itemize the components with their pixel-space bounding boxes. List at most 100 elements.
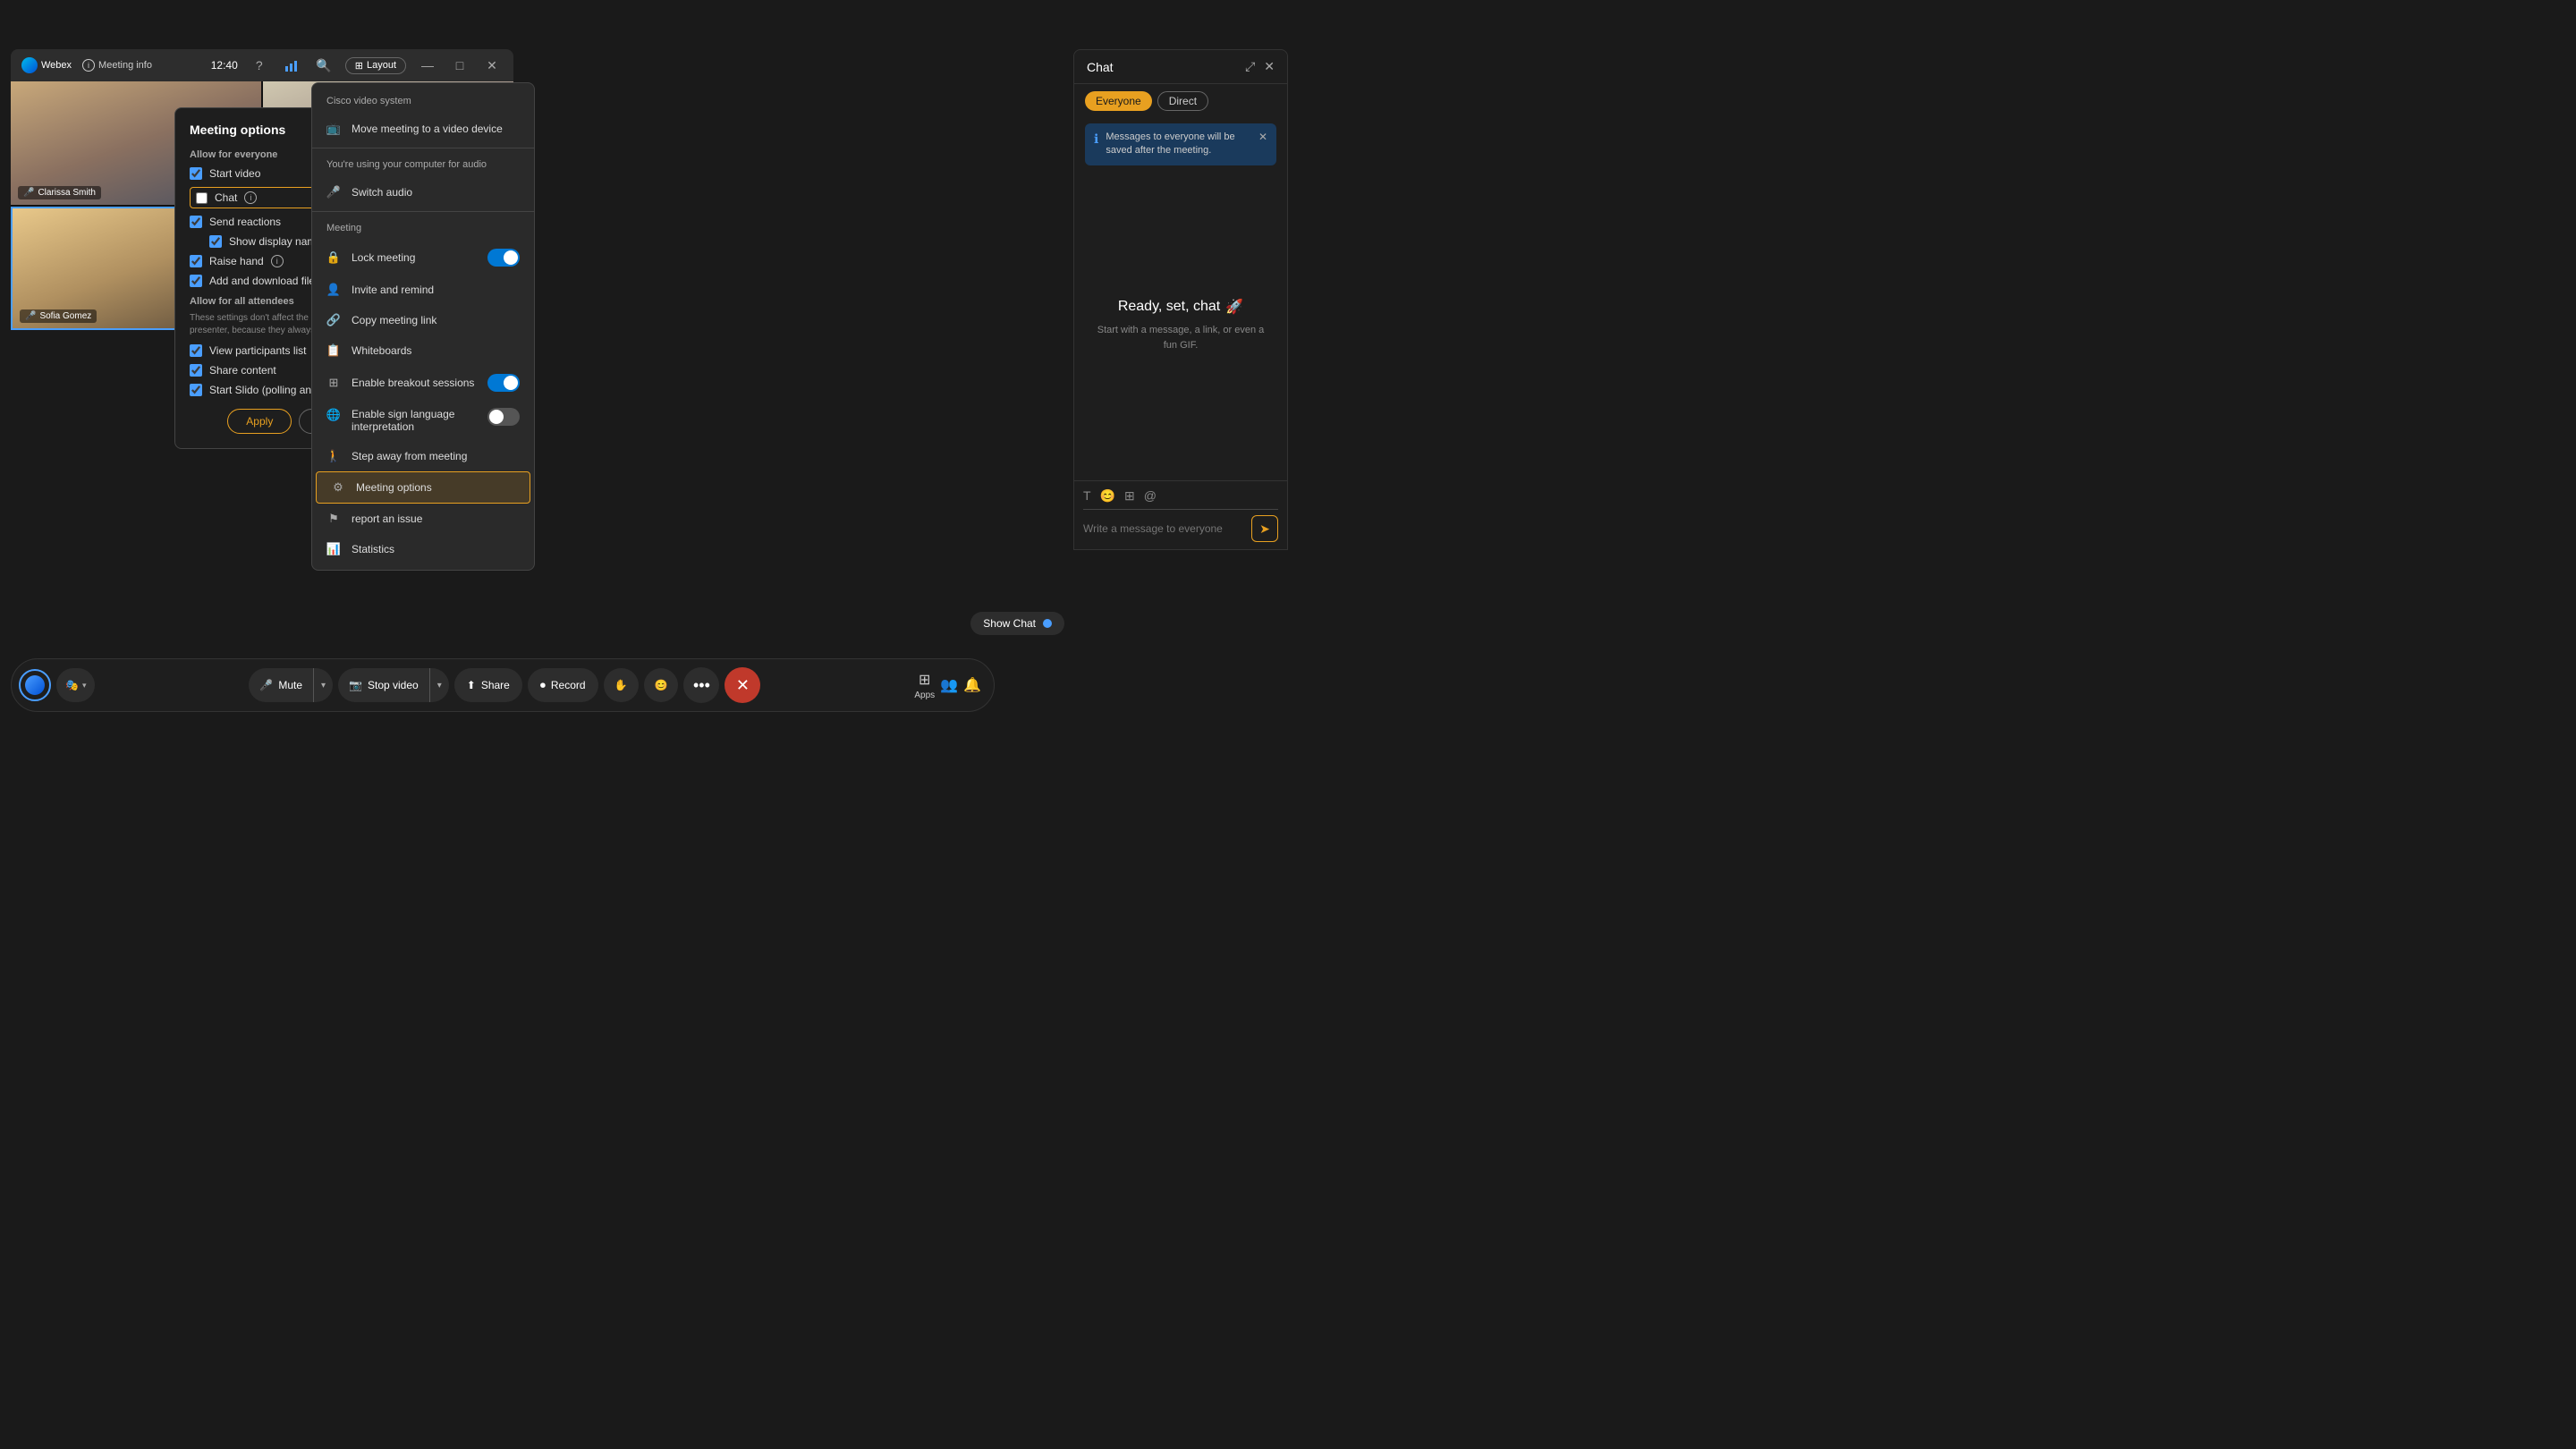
- whiteboards-label: Whiteboards: [352, 344, 411, 357]
- bottom-toolbar: 🎭 ▾ 🎤 Mute ▾ 📷 Stop video ▾ ⬆ Share: [11, 658, 995, 712]
- sign-language-toggle[interactable]: [487, 408, 520, 426]
- lock-meeting-item[interactable]: 🔒 Lock meeting: [312, 241, 534, 275]
- reactions-arrow: ▾: [82, 681, 87, 691]
- checkbox-start-video-label: Start video: [209, 167, 260, 180]
- switch-audio-label: Switch audio: [352, 186, 412, 199]
- checkbox-download-files-input[interactable]: [190, 275, 202, 287]
- sign-language-icon: 🌐: [326, 408, 341, 422]
- switch-audio-icon: 🎤: [326, 185, 341, 199]
- meeting-options-item[interactable]: ⚙ Meeting options: [316, 471, 530, 504]
- text-format-icon[interactable]: T: [1083, 488, 1091, 504]
- checkbox-share-content-input[interactable]: [190, 364, 202, 377]
- chat-close-icon[interactable]: ✕: [1264, 59, 1275, 74]
- search-icon-btn[interactable]: 🔍: [313, 55, 335, 76]
- toolbar-center-group: 🎤 Mute ▾ 📷 Stop video ▾ ⬆ Share ⏺ Record…: [249, 667, 760, 703]
- statistics-item[interactable]: 📊 Statistics: [312, 534, 534, 564]
- reactions-button[interactable]: 🎭 ▾: [56, 668, 95, 702]
- meeting-info-button[interactable]: i Meeting info: [82, 59, 152, 72]
- raise-hand-info-icon: i: [271, 255, 284, 267]
- checkbox-chat-input[interactable]: [196, 192, 208, 204]
- video-dropdown-arrow[interactable]: ▾: [429, 668, 449, 702]
- copy-link-item[interactable]: 🔗 Copy meeting link: [312, 305, 534, 335]
- chat-notice-close-button[interactable]: ✕: [1258, 131, 1267, 143]
- report-issue-item[interactable]: ⚑ report an issue: [312, 504, 534, 534]
- participants-icon: 👥: [940, 676, 958, 694]
- tab-everyone[interactable]: Everyone: [1085, 91, 1152, 111]
- mute-button[interactable]: 🎤 Mute: [249, 668, 313, 702]
- meeting-header: Meeting: [312, 216, 534, 241]
- chat-input-field[interactable]: [1083, 522, 1246, 535]
- chat-header: Chat ⤢ ✕: [1074, 50, 1287, 84]
- show-chat-label: Show Chat: [983, 617, 1036, 630]
- checkbox-display-name-input[interactable]: [209, 235, 222, 248]
- video-icon: 📷: [349, 679, 362, 691]
- report-issue-label: report an issue: [352, 513, 422, 525]
- emoji-reaction-button[interactable]: 😊: [644, 668, 679, 702]
- stop-video-button[interactable]: 📷 Stop video: [338, 668, 429, 702]
- copy-link-icon: 🔗: [326, 313, 341, 327]
- emoji-icon[interactable]: 😊: [1100, 488, 1115, 504]
- more-options-button[interactable]: •••: [683, 667, 719, 703]
- end-call-icon: ✕: [736, 676, 750, 695]
- checkbox-raise-hand-input[interactable]: [190, 255, 202, 267]
- minimize-button[interactable]: —: [417, 55, 438, 76]
- lock-toggle[interactable]: [487, 249, 520, 267]
- checkbox-raise-hand-label: Raise hand: [209, 255, 264, 267]
- image-icon[interactable]: ⊞: [1124, 488, 1135, 504]
- signal-icon-btn[interactable]: [281, 55, 302, 76]
- chat-input-row: ➤: [1083, 515, 1278, 542]
- share-button[interactable]: ⬆ Share: [454, 668, 522, 702]
- home-button[interactable]: [19, 669, 51, 701]
- checkbox-view-participants-input[interactable]: [190, 344, 202, 357]
- apply-button[interactable]: Apply: [227, 409, 292, 434]
- chat-header-icons: ⤢ ✕: [1245, 59, 1275, 74]
- switch-audio-item[interactable]: 🎤 Switch audio: [312, 177, 534, 208]
- move-meeting-item[interactable]: 📺 Move meeting to a video device: [312, 114, 534, 144]
- mute-dropdown-arrow[interactable]: ▾: [313, 668, 333, 702]
- emoji-reaction-icon: 😊: [655, 679, 668, 691]
- checkbox-start-video-input[interactable]: [190, 167, 202, 180]
- cisco-header: Cisco video system: [312, 89, 534, 114]
- raise-hand-button[interactable]: ✋: [604, 668, 639, 702]
- move-meeting-icon: 📺: [326, 122, 341, 136]
- webex-logo: Webex: [21, 57, 72, 73]
- whiteboards-item[interactable]: 📋 Whiteboards: [312, 335, 534, 366]
- close-button[interactable]: ✕: [481, 55, 503, 76]
- info-icon: i: [82, 59, 95, 72]
- popout-icon[interactable]: ⤢: [1245, 59, 1255, 74]
- raise-hand-icon: ✋: [614, 679, 628, 691]
- step-away-item[interactable]: 🚶 Step away from meeting: [312, 441, 534, 471]
- end-call-button[interactable]: ✕: [724, 667, 760, 703]
- notifications-button[interactable]: 🔔: [963, 676, 981, 694]
- apps-icon: ⊞: [919, 671, 930, 689]
- sign-language-item[interactable]: 🌐 Enable sign language interpretation: [312, 400, 534, 441]
- maximize-button[interactable]: □: [449, 55, 470, 76]
- record-button[interactable]: ⏺ Record: [528, 668, 598, 702]
- chat-toolbar: T 😊 ⊞ @: [1083, 488, 1278, 504]
- home-circle-inner: [25, 675, 45, 695]
- checkbox-download-files-label: Add and download files: [209, 275, 320, 287]
- checkbox-reactions-input[interactable]: [190, 216, 202, 228]
- invite-remind-item[interactable]: 👤 Invite and remind: [312, 275, 534, 305]
- help-icon-btn[interactable]: ?: [249, 55, 270, 76]
- toolbar-right-group: ⊞ Apps 👥 🔔: [914, 671, 981, 700]
- apps-button[interactable]: ⊞ Apps: [914, 671, 935, 700]
- checkbox-reactions-label: Send reactions: [209, 216, 281, 228]
- tab-direct[interactable]: Direct: [1157, 91, 1208, 111]
- divider-2: [312, 211, 534, 212]
- layout-label: Layout: [367, 60, 396, 71]
- chat-input-area: T 😊 ⊞ @ ➤: [1074, 480, 1287, 549]
- breakout-item[interactable]: ⊞ Enable breakout sessions: [312, 366, 534, 400]
- audio-header: You're using your computer for audio: [312, 152, 534, 177]
- participant-name-3: 🎤 Sofia Gomez: [20, 309, 97, 323]
- layout-button[interactable]: ⊞ Layout: [345, 57, 406, 74]
- breakout-icon: ⊞: [326, 376, 341, 390]
- participants-button[interactable]: 👥: [940, 676, 958, 694]
- breakout-toggle[interactable]: [487, 374, 520, 392]
- step-away-icon: 🚶: [326, 449, 341, 463]
- reactions-icon: 🎭: [65, 679, 79, 691]
- webex-label: Webex: [41, 60, 72, 71]
- mention-icon[interactable]: @: [1144, 488, 1157, 504]
- checkbox-slido-input[interactable]: [190, 384, 202, 396]
- chat-send-button[interactable]: ➤: [1251, 515, 1278, 542]
